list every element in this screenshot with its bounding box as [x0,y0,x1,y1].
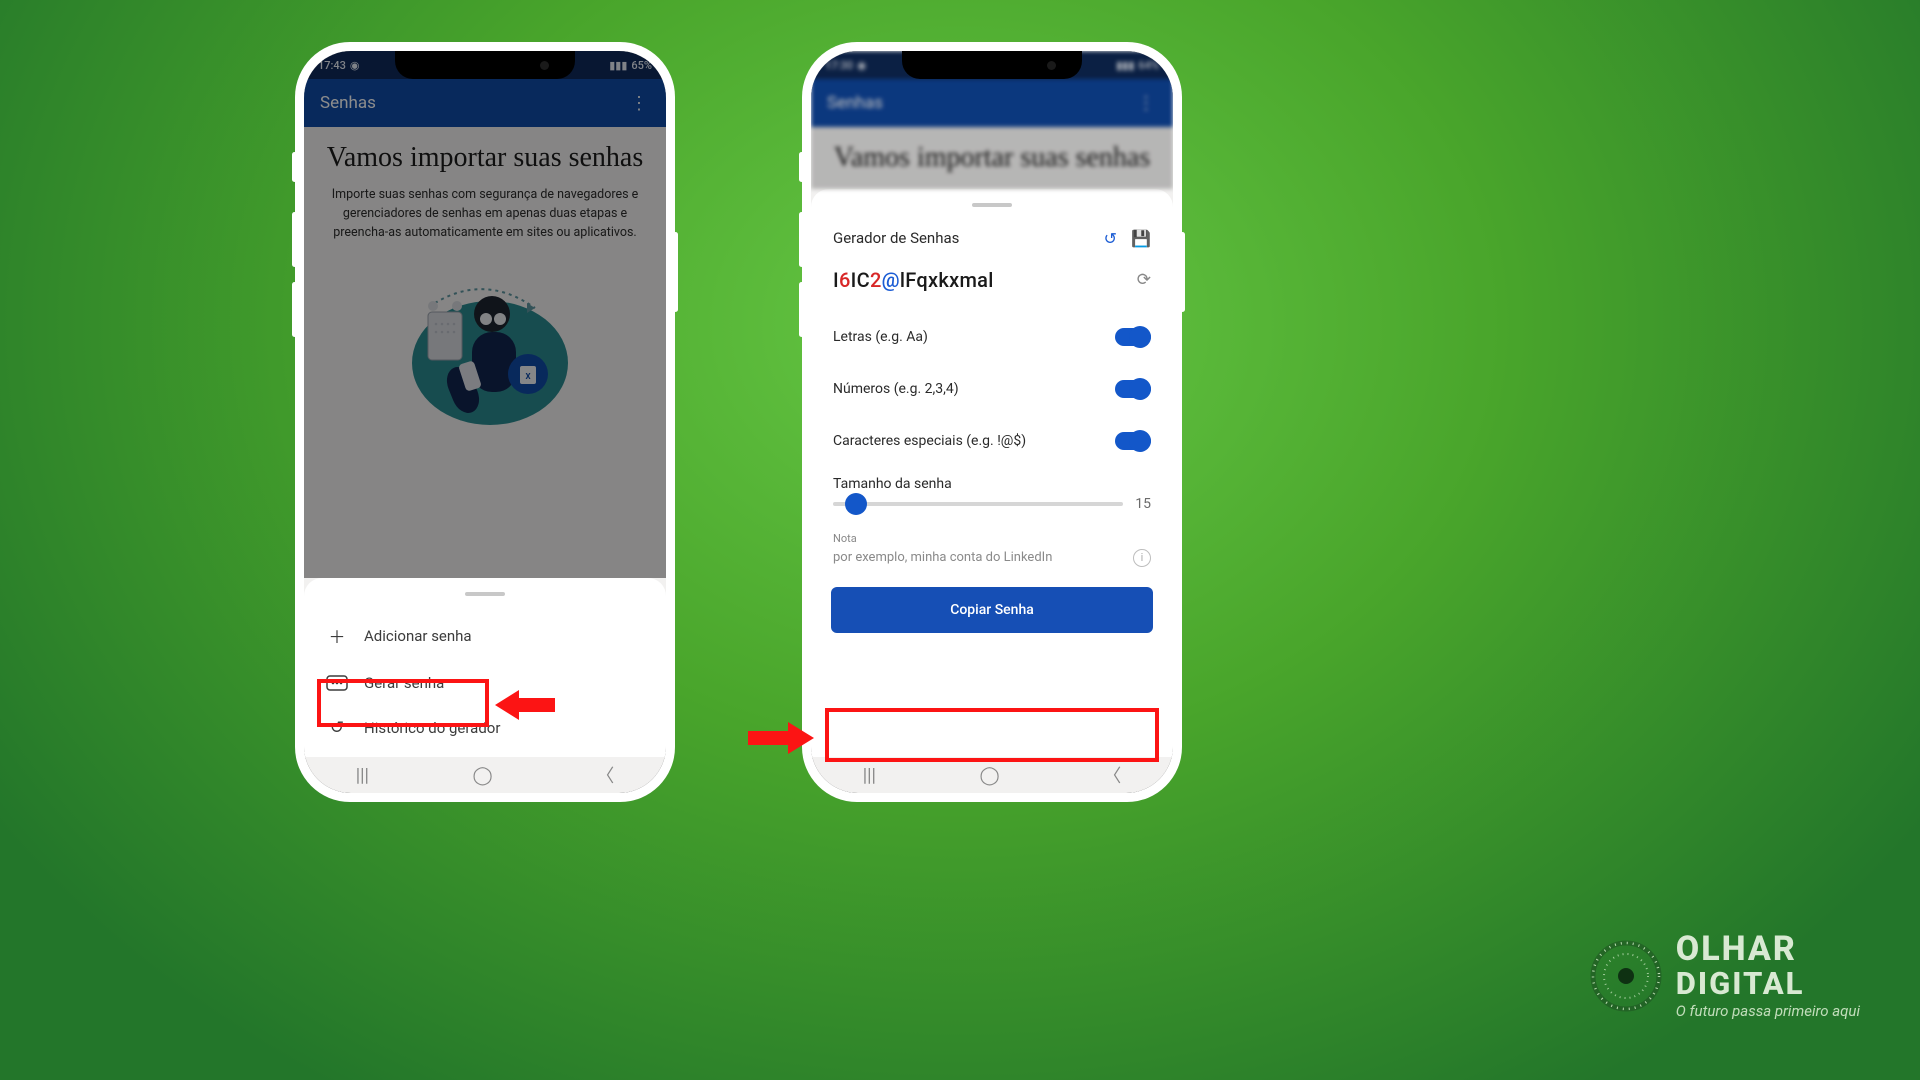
brand-line2: DIGITAL [1676,968,1860,1001]
arrow-icon [748,720,814,756]
whatsapp-icon: ◉ [857,59,867,72]
nav-recents-icon[interactable]: ||| [356,765,369,786]
option-numbers[interactable]: Números (e.g. 2,3,4) [833,380,1151,398]
generate-password-label: Gerar senha [364,674,444,692]
arrow-icon [495,688,555,722]
nav-bar: ||| ◯ 〈 [304,757,666,793]
nav-bar: ||| ◯ 〈 [811,757,1173,793]
length-slider[interactable] [833,502,1123,506]
brand-line1: OLHAR [1676,932,1860,968]
status-battery: 64% [1138,59,1159,72]
password-icon [326,675,348,691]
info-icon[interactable]: i [1133,549,1151,567]
whatsapp-icon: ◉ [350,59,360,72]
bottom-sheet: ＋ Adicionar senha Gerar senha ↺ Históric… [304,578,666,757]
nav-back-icon[interactable]: 〈 [1103,762,1121,788]
svg-text:X: X [525,372,530,381]
toggle-special[interactable] [1115,432,1151,450]
signal-icon: ▮▮▮ [609,59,627,72]
hero-body: Importe suas senhas com segurança de nav… [324,185,646,243]
hero-section: Vamos importar suas senhas Importe suas … [304,127,666,578]
app-title: Senhas [827,93,883,113]
save-icon[interactable]: 💾 [1131,229,1151,248]
status-time: 17:43 [318,59,346,72]
history-icon: ↺ [326,718,348,738]
generate-password-item[interactable]: Gerar senha [322,661,648,705]
regenerate-icon[interactable]: ⟳ [1137,270,1151,290]
app-bar: Senhas ⋮ [811,79,1173,127]
generator-title: Gerador de Senhas [833,229,959,247]
copy-password-button[interactable]: Copiar Senha [831,587,1153,633]
toggle-numbers[interactable] [1115,380,1151,398]
size-label: Tamanho da senha [833,476,1151,492]
phone-frame-1: 17:43 ◉ ▮▮▮ 65% Senhas ⋮ Vamos importar [295,42,675,802]
sheet-handle[interactable] [465,592,505,596]
copy-password-label: Copiar Senha [950,602,1034,618]
phone-frame-2: 17:30 ◉ ▮▮▮ 64% Senhas ⋮ Vamos importar [802,42,1182,802]
toggle-letters[interactable] [1115,328,1151,346]
option-letters-label: Letras (e.g. Aa) [833,329,928,345]
signal-icon: ▮▮▮ [1116,59,1134,72]
option-special[interactable]: Caracteres especiais (e.g. !@$) [833,432,1151,450]
hero-section: Vamos importar suas senhas [811,127,1173,189]
history-icon[interactable]: ↺ [1104,229,1117,248]
nav-home-icon[interactable]: ◯ [980,765,1000,786]
brand-logo: OLHAR DIGITAL O futuro passa primeiro aq… [1590,932,1860,1020]
length-value: 15 [1135,496,1151,512]
status-battery: 65% [631,59,652,72]
add-password-item[interactable]: ＋ Adicionar senha [322,610,648,661]
kebab-menu-icon[interactable]: ⋮ [1137,93,1157,114]
nav-home-icon[interactable]: ◯ [473,765,493,786]
option-numbers-label: Números (e.g. 2,3,4) [833,381,959,397]
note-label: Nota [833,532,1151,545]
hero-title: Vamos importar suas senhas [831,141,1153,175]
nav-recents-icon[interactable]: ||| [863,765,876,786]
add-password-label: Adicionar senha [364,627,472,645]
sheet-handle[interactable] [972,203,1012,207]
app-bar: Senhas ⋮ [304,79,666,127]
generated-password: I6IC2@lFqxkxmal [833,268,994,292]
nav-back-icon[interactable]: 〈 [596,762,614,788]
generator-history-item[interactable]: ↺ Histórico do gerador [322,705,648,751]
kebab-menu-icon[interactable]: ⋮ [630,93,650,114]
app-title: Senhas [320,93,376,113]
option-letters[interactable]: Letras (e.g. Aa) [833,328,1151,346]
note-field[interactable]: por exemplo, minha conta do LinkedIn [833,550,1052,565]
plus-icon: ＋ [326,623,348,648]
status-time: 17:30 [825,59,853,72]
hero-title: Vamos importar suas senhas [324,141,646,175]
brand-tagline: O futuro passa primeiro aqui [1676,1004,1860,1020]
option-special-label: Caracteres especiais (e.g. !@$) [833,433,1026,449]
generator-sheet: Gerador de Senhas ↺ 💾 I6IC2@lFqxkxmal ⟳ … [811,189,1173,757]
generator-history-label: Histórico do gerador [364,719,500,737]
hero-illustration: X [395,263,575,443]
